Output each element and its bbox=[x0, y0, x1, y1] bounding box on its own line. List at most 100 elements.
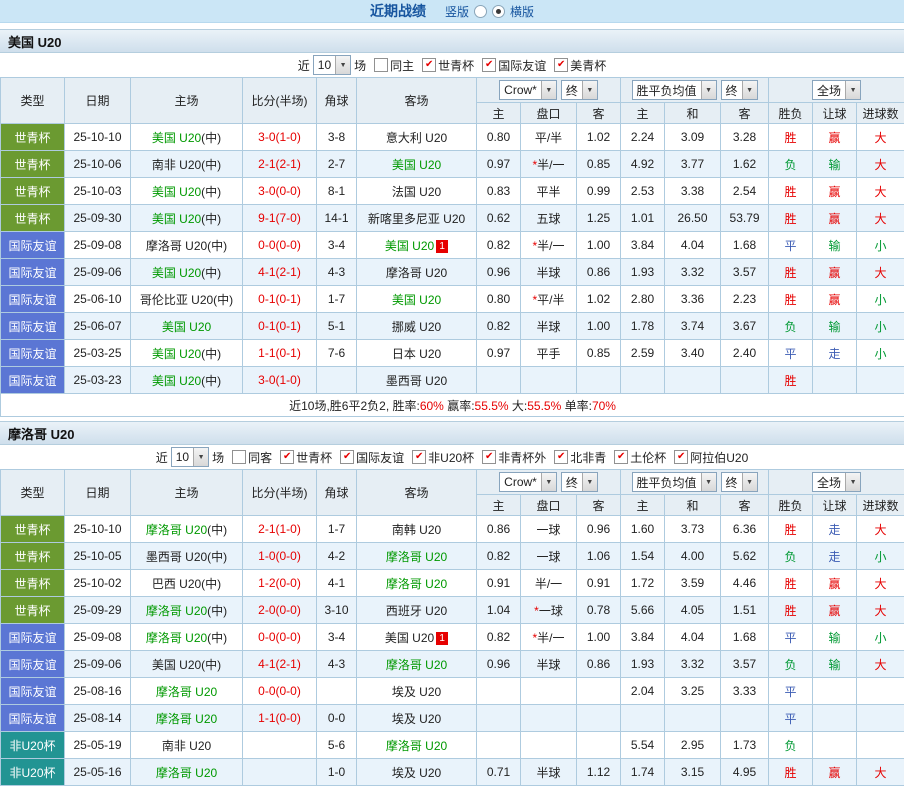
sub-avg-home: 主 bbox=[621, 103, 665, 124]
filter-checkbox[interactable]: ✔ bbox=[412, 450, 426, 464]
match-row: 世青杯25-09-30美国 U20(中)9-1(7-0)14-1新喀里多尼亚 U… bbox=[1, 205, 904, 232]
date-cell: 25-10-10 bbox=[65, 516, 131, 543]
filter-checkbox[interactable]: ✔ bbox=[482, 58, 496, 72]
vertical-layout-radio[interactable] bbox=[474, 5, 487, 18]
type-cell: 世青杯 bbox=[1, 124, 65, 151]
result-cell: 平 bbox=[769, 340, 813, 367]
odds-company-select[interactable]: Crow*▼ bbox=[499, 80, 557, 100]
handicap-cell: 一球 bbox=[521, 543, 577, 570]
filter-option[interactable]: ✔国际友谊 bbox=[340, 449, 404, 466]
type-cell: 国际友谊 bbox=[1, 651, 65, 678]
avg-odds-select[interactable]: 胜平负均值▼ bbox=[632, 80, 717, 100]
type-cell: 世青杯 bbox=[1, 205, 65, 232]
horizontal-layout-radio[interactable] bbox=[492, 5, 505, 18]
fullmatch-select[interactable]: 全场▼ bbox=[812, 472, 861, 492]
filter-option[interactable]: ✔北非青 bbox=[554, 449, 606, 466]
filter-checkbox[interactable]: ✔ bbox=[422, 58, 436, 72]
filter-option[interactable]: ✔阿拉伯U20 bbox=[674, 449, 748, 466]
filter-checkbox[interactable]: ✔ bbox=[280, 450, 294, 464]
chevron-down-icon: ▼ bbox=[193, 448, 208, 466]
corner-cell: 5-1 bbox=[317, 313, 357, 340]
goals-result-cell: 小 bbox=[857, 232, 904, 259]
corner-cell: 1-7 bbox=[317, 286, 357, 313]
avg-draw-cell: 3.59 bbox=[665, 570, 721, 597]
score-cell: 2-1(1-0) bbox=[243, 516, 317, 543]
away-team-cell: 埃及 U20 bbox=[357, 759, 477, 786]
filter-checkbox[interactable]: ✔ bbox=[554, 58, 568, 72]
filter-option[interactable]: ✔世青杯 bbox=[280, 449, 332, 466]
corner-cell bbox=[317, 678, 357, 705]
handicap-result-cell: 赢 bbox=[813, 259, 857, 286]
corner-cell: 3-10 bbox=[317, 597, 357, 624]
matches-count-select[interactable]: 10 ▼ bbox=[171, 447, 209, 467]
odds-away-cell bbox=[577, 732, 621, 759]
avg-odds-select-value: 胜平负均值 bbox=[637, 474, 697, 491]
team-name: 南非 U20 bbox=[162, 739, 211, 753]
horizontal-layout-label[interactable]: 横版 bbox=[510, 3, 534, 20]
handicap-result-cell: 输 bbox=[813, 151, 857, 178]
result-cell: 胜 bbox=[769, 759, 813, 786]
handicap-text: 半球 bbox=[536, 658, 560, 672]
home-team-cell: 南非 U20 bbox=[131, 732, 243, 759]
avg-final-select[interactable]: 终▼ bbox=[721, 80, 758, 100]
fullmatch-select[interactable]: 全场▼ bbox=[812, 80, 861, 100]
chevron-down-icon: ▼ bbox=[742, 81, 757, 99]
filter-checkbox[interactable]: ✔ bbox=[674, 450, 688, 464]
col-header-date: 日期 bbox=[65, 470, 131, 516]
matches-label: 场 bbox=[354, 57, 366, 74]
date-cell: 25-05-16 bbox=[65, 759, 131, 786]
filter-label: 北非青 bbox=[570, 449, 606, 466]
filter-checkbox[interactable] bbox=[232, 450, 246, 464]
filter-checkbox[interactable]: ✔ bbox=[482, 450, 496, 464]
goals-result-cell bbox=[857, 367, 904, 394]
avg-away-cell: 3.67 bbox=[721, 313, 769, 340]
col-header-away: 客场 bbox=[357, 470, 477, 516]
score-cell: 4-1(2-1) bbox=[243, 259, 317, 286]
filter-checkbox[interactable]: ✔ bbox=[340, 450, 354, 464]
odds-group-controls: Crow*▼终▼ bbox=[478, 472, 619, 492]
fullmatch-group-controls: 全场▼ bbox=[770, 472, 903, 492]
score-cell: 2-1(2-1) bbox=[243, 151, 317, 178]
odds-home-cell bbox=[477, 367, 521, 394]
filter-option[interactable]: ✔非青杯外 bbox=[482, 449, 546, 466]
filter-option[interactable]: ✔国际友谊 bbox=[482, 57, 546, 74]
team-name: 摩洛哥 U20 bbox=[146, 523, 207, 537]
filter-checkbox[interactable] bbox=[374, 58, 388, 72]
filter-option[interactable]: ✔土伦杯 bbox=[614, 449, 666, 466]
matches-count-select[interactable]: 10▼ bbox=[313, 55, 351, 75]
filter-option[interactable]: 同客 bbox=[232, 449, 272, 466]
odds-final-select-value: 终 bbox=[566, 82, 578, 99]
odds-away-cell bbox=[577, 367, 621, 394]
summary-segment: 大: bbox=[509, 399, 528, 413]
match-row: 国际友谊25-09-08摩洛哥 U20(中)0-0(0-0)3-4美国 U201… bbox=[1, 624, 904, 651]
type-cell: 世青杯 bbox=[1, 178, 65, 205]
vertical-layout-label[interactable]: 竖版 bbox=[445, 3, 469, 20]
filter-option[interactable]: ✔美青杯 bbox=[554, 57, 606, 74]
avg-odds-select[interactable]: 胜平负均值▼ bbox=[632, 472, 717, 492]
radio-dot-icon bbox=[496, 9, 501, 14]
sub-avg-draw: 和 bbox=[665, 103, 721, 124]
odds-company-select[interactable]: Crow*▼ bbox=[499, 472, 557, 492]
avg-final-select[interactable]: 终▼ bbox=[721, 472, 758, 492]
odds-final-select[interactable]: 终▼ bbox=[561, 80, 598, 100]
goals-result-cell: 大 bbox=[857, 124, 904, 151]
avg-home-cell: 2.59 bbox=[621, 340, 665, 367]
neutral-venue-label: (中) bbox=[207, 523, 227, 537]
avg-draw-cell: 3.32 bbox=[665, 259, 721, 286]
usa-u20-section: 美国 U20近10▼场同主✔世青杯✔国际友谊✔美青杯类型日期主场比分(半场)角球… bbox=[0, 29, 904, 417]
away-team-cell: 挪威 U20 bbox=[357, 313, 477, 340]
matches-count-select-value: 10 bbox=[176, 450, 189, 464]
filter-option[interactable]: ✔非U20杯 bbox=[412, 449, 474, 466]
col-header-type: 类型 bbox=[1, 78, 65, 124]
filter-option[interactable]: 同主 bbox=[374, 57, 414, 74]
avg-draw-cell: 3.38 bbox=[665, 178, 721, 205]
away-team-cell: 埃及 U20 bbox=[357, 678, 477, 705]
filter-checkbox[interactable]: ✔ bbox=[614, 450, 628, 464]
odds-final-select[interactable]: 终▼ bbox=[561, 472, 598, 492]
match-row: 非U20杯25-05-19南非 U205-6摩洛哥 U205.542.951.7… bbox=[1, 732, 904, 759]
filter-option[interactable]: ✔世青杯 bbox=[422, 57, 474, 74]
filter-label: 世青杯 bbox=[438, 57, 474, 74]
match-row: 国际友谊25-09-06美国 U20(中)4-1(2-1)4-3摩洛哥 U200… bbox=[1, 259, 904, 286]
handicap-result-cell: 走 bbox=[813, 340, 857, 367]
filter-checkbox[interactable]: ✔ bbox=[554, 450, 568, 464]
